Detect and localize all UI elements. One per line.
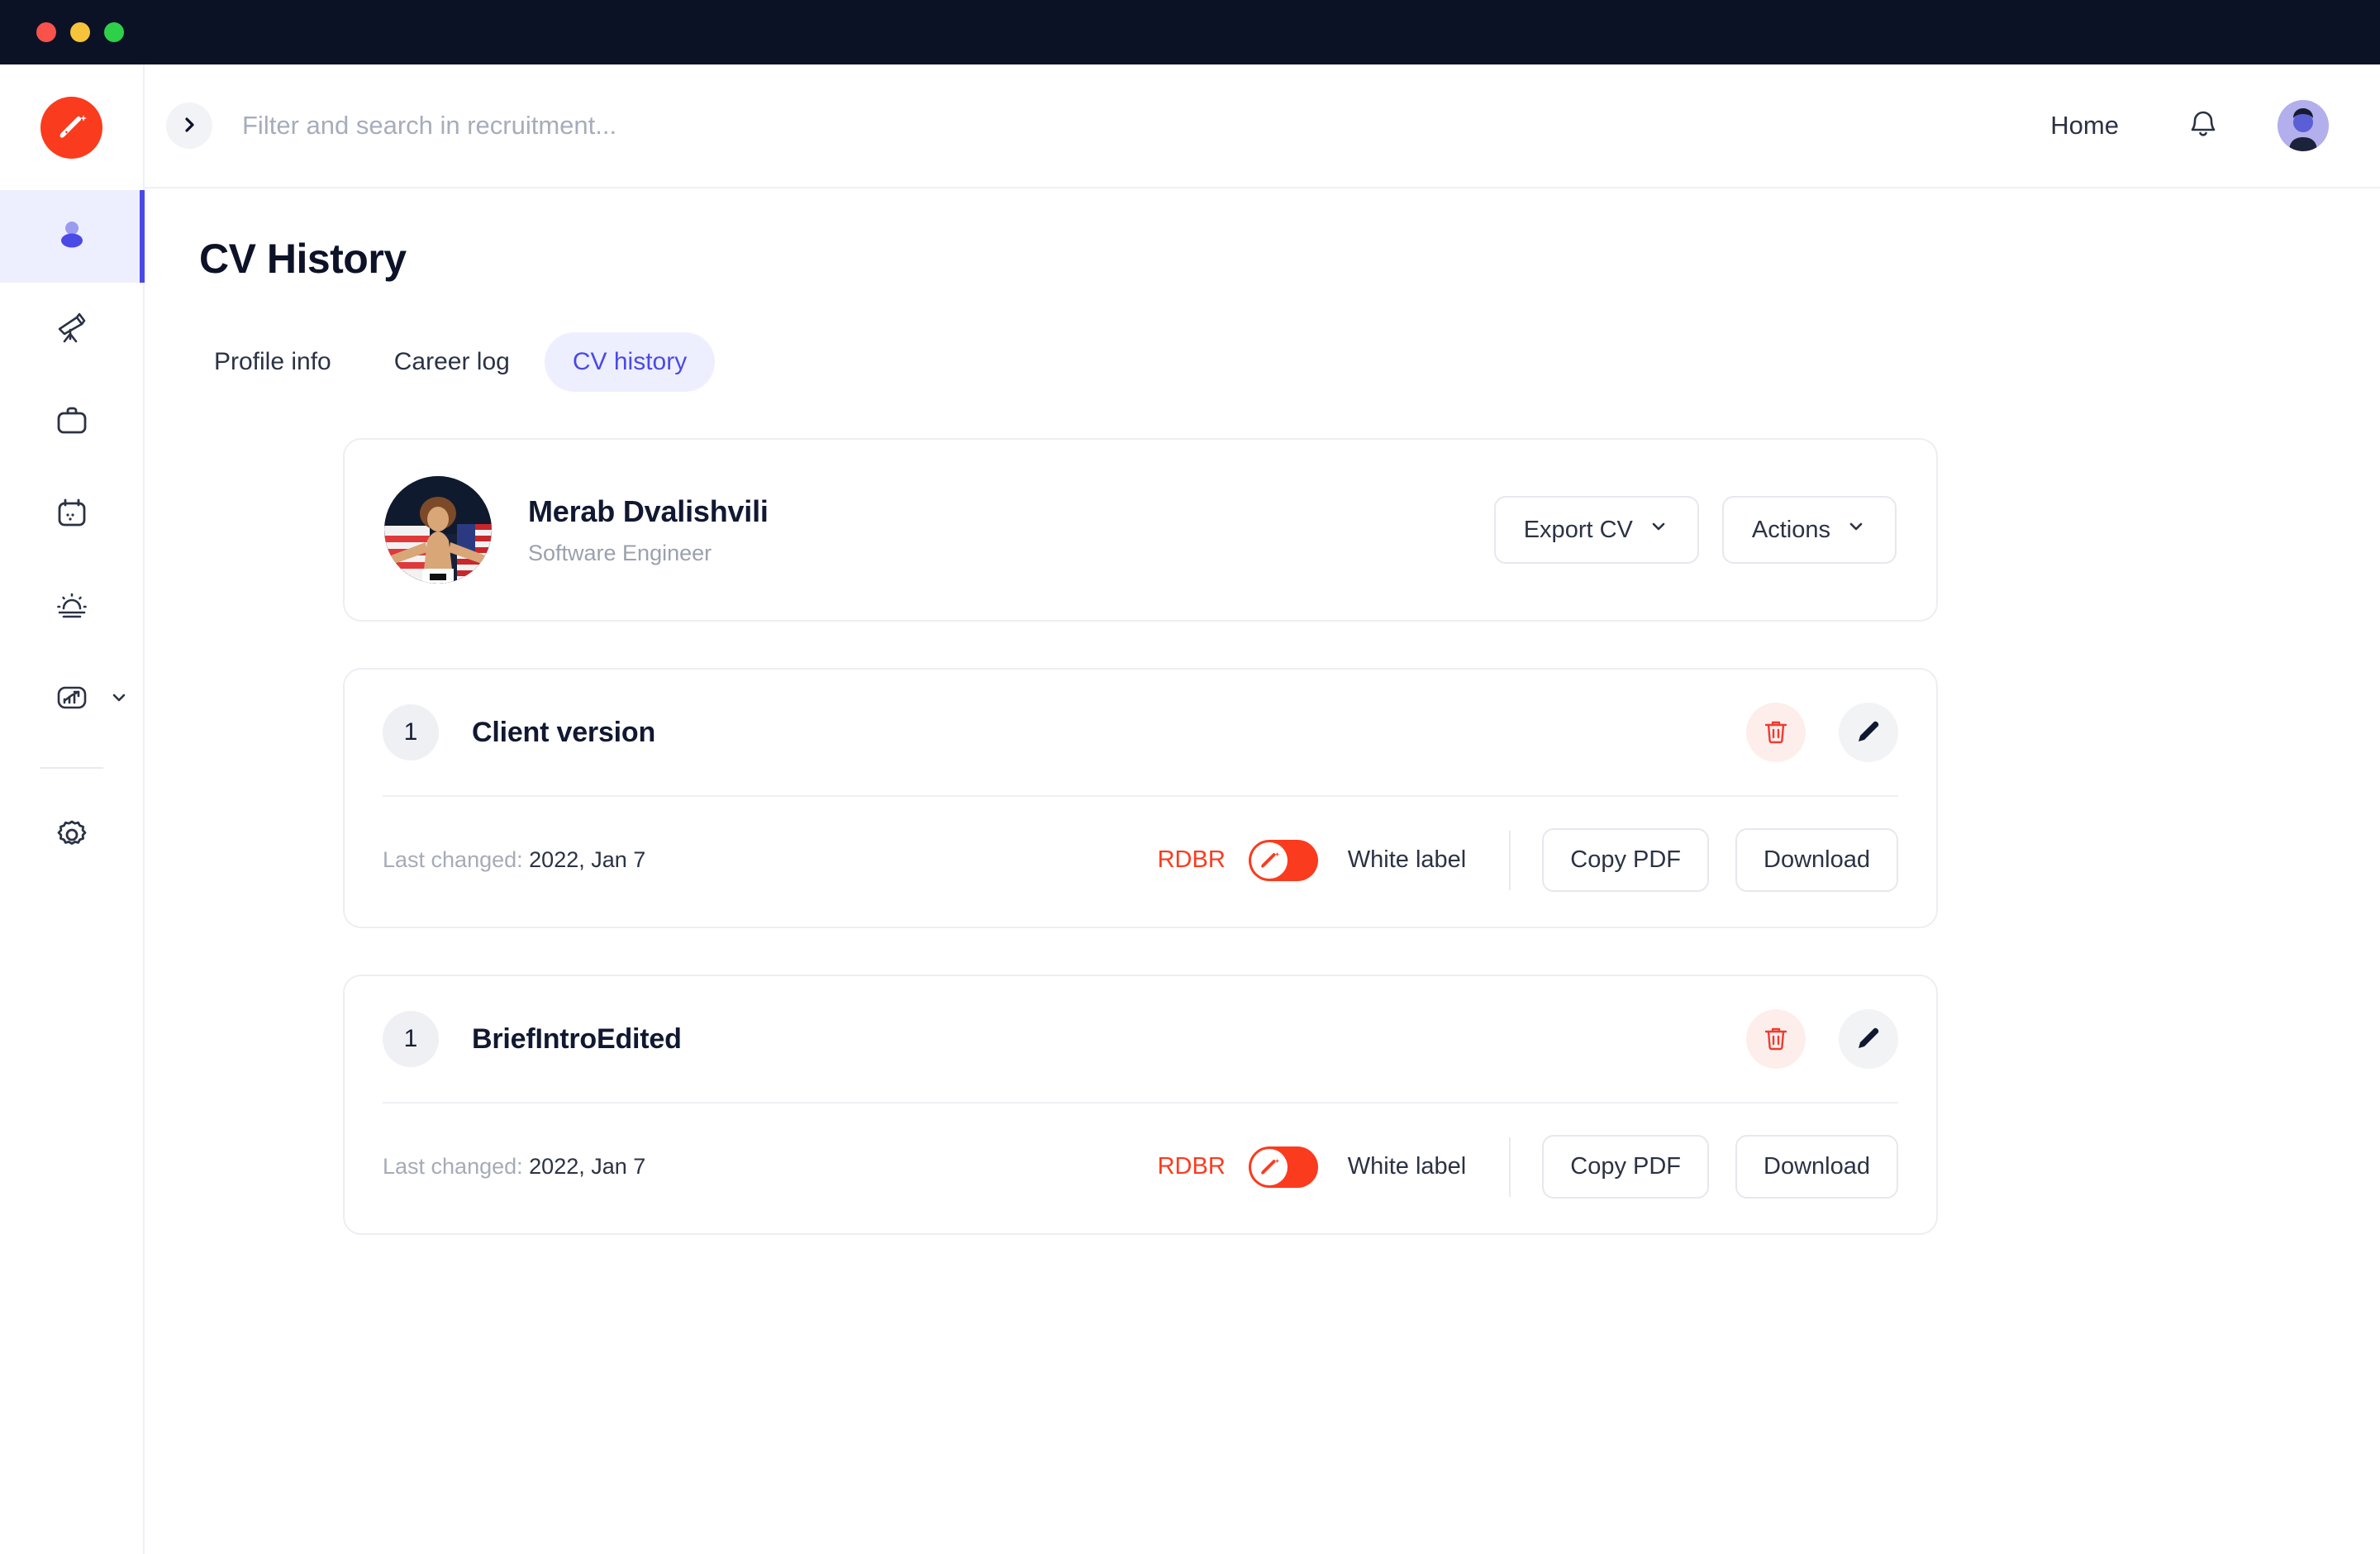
- download-button[interactable]: Download: [1735, 1135, 1898, 1199]
- sidebar-item-settings[interactable]: [0, 790, 143, 883]
- sidebar-item-people[interactable]: [0, 190, 143, 283]
- actions-button[interactable]: Actions: [1722, 496, 1897, 564]
- chevron-down-icon: [1648, 516, 1669, 544]
- edit-version-button[interactable]: [1839, 1009, 1898, 1069]
- sidebar-item-discover[interactable]: [0, 283, 143, 375]
- cv-version-title: BriefIntroEdited: [472, 1023, 1746, 1056]
- vertical-divider: [1509, 831, 1511, 890]
- edit-version-button[interactable]: [1839, 703, 1898, 762]
- page-title: CV History: [199, 235, 2380, 283]
- home-link[interactable]: Home: [2050, 111, 2119, 141]
- pencil-icon: [1854, 717, 1883, 748]
- actions-label: Actions: [1752, 517, 1830, 544]
- white-label-text: White label: [1348, 1153, 1466, 1180]
- tab-bar: Profile info Career log CV history: [186, 332, 2380, 392]
- sidebar-divider: [40, 767, 103, 769]
- cv-card-header: 1 Client version: [345, 670, 1936, 762]
- window-close-button[interactable]: [36, 22, 56, 42]
- calendar-icon: [52, 493, 92, 536]
- copy-pdf-button[interactable]: Copy PDF: [1542, 1135, 1709, 1199]
- profile-name: Merab Dvalishvili: [528, 494, 1494, 529]
- person-icon: [53, 216, 91, 258]
- content-area: CV History Profile info Career log CV hi…: [145, 188, 2380, 1554]
- last-changed-label: Last changed:: [383, 847, 523, 872]
- window-minimize-button[interactable]: [70, 22, 90, 42]
- download-button[interactable]: Download: [1735, 828, 1898, 892]
- profile-role: Software Engineer: [528, 541, 1494, 566]
- white-label-toggle[interactable]: [1249, 840, 1318, 881]
- search-container: [212, 111, 2050, 141]
- export-cv-label: Export CV: [1524, 517, 1633, 544]
- last-changed-value: 2022, Jan 7: [529, 1154, 645, 1179]
- app-shell: Home: [0, 64, 2380, 1554]
- window-zoom-button[interactable]: [104, 22, 124, 42]
- cv-footer-buttons: Copy PDF Download: [1542, 1135, 1898, 1199]
- sidebar-collapse-button[interactable]: [166, 102, 212, 149]
- white-label-toggle[interactable]: [1249, 1146, 1318, 1188]
- sidebar-items: [0, 190, 143, 746]
- toggle-knob-brand-icon: [1251, 1149, 1288, 1185]
- white-label-text: White label: [1348, 846, 1466, 874]
- pencil-icon: [1854, 1024, 1883, 1055]
- window-titlebar: [0, 0, 2380, 64]
- cv-footer-buttons: Copy PDF Download: [1542, 828, 1898, 892]
- chevron-down-icon[interactable]: [108, 687, 130, 713]
- last-changed-value: 2022, Jan 7: [529, 847, 645, 872]
- export-cv-button[interactable]: Export CV: [1494, 496, 1699, 564]
- gear-icon: [52, 815, 92, 859]
- vertical-divider: [1509, 1137, 1511, 1197]
- version-number-badge: 1: [383, 704, 439, 760]
- notifications-button[interactable]: [2185, 107, 2221, 145]
- sidebar-item-jobs[interactable]: [0, 375, 143, 468]
- sidebar-item-calendar[interactable]: [0, 468, 143, 560]
- cv-card-footer: Last changed: 2022, Jan 7 RDBR: [345, 797, 1936, 927]
- profile-meta: Merab Dvalishvili Software Engineer: [528, 494, 1494, 566]
- cv-card-footer: Last changed: 2022, Jan 7 RDBR: [345, 1104, 1936, 1233]
- last-changed: Last changed: 2022, Jan 7: [383, 1154, 1158, 1180]
- profile-avatar: [384, 476, 492, 584]
- last-changed-label: Last changed:: [383, 1154, 523, 1179]
- brand-logo[interactable]: [0, 64, 143, 190]
- toggle-knob-brand-icon: [1251, 842, 1288, 879]
- trash-icon: [1762, 717, 1790, 748]
- analytics-chart-icon: [52, 678, 92, 722]
- topbar: Home: [145, 64, 2380, 188]
- cv-version-card: 1 BriefIntroEdited: [343, 975, 1938, 1235]
- telescope-icon: [52, 307, 92, 351]
- sunrise-icon: [52, 585, 92, 629]
- last-changed: Last changed: 2022, Jan 7: [383, 847, 1158, 873]
- delete-version-button[interactable]: [1746, 703, 1806, 762]
- delete-version-button[interactable]: [1746, 1009, 1806, 1069]
- rdbr-label: RDBR: [1158, 1153, 1226, 1180]
- rdbr-label: RDBR: [1158, 846, 1226, 874]
- cv-card-header: 1 BriefIntroEdited: [345, 976, 1936, 1069]
- profile-actions: Export CV Actions: [1494, 496, 1897, 564]
- chevron-down-icon: [1845, 516, 1867, 544]
- brand-logo-wand-icon: [40, 97, 102, 159]
- cv-version-title: Client version: [472, 717, 1746, 749]
- sidebar: [0, 64, 145, 1554]
- tab-cv-history[interactable]: CV history: [545, 332, 715, 392]
- tab-career-log[interactable]: Career log: [366, 332, 538, 392]
- copy-pdf-button[interactable]: Copy PDF: [1542, 828, 1709, 892]
- profile-card: Merab Dvalishvili Software Engineer Expo…: [343, 438, 1938, 622]
- main-column: Home: [145, 64, 2380, 1554]
- version-number-badge: 1: [383, 1011, 439, 1067]
- sidebar-item-daily[interactable]: [0, 560, 143, 653]
- trash-icon: [1762, 1024, 1790, 1055]
- sidebar-item-analytics[interactable]: [0, 653, 143, 746]
- tab-profile-info[interactable]: Profile info: [186, 332, 359, 392]
- chevron-right-icon: [178, 114, 200, 138]
- bell-icon: [2185, 107, 2221, 145]
- avatar[interactable]: [2278, 100, 2329, 151]
- briefcase-icon: [52, 400, 92, 444]
- cv-version-card: 1 Client version: [343, 668, 1938, 928]
- search-input[interactable]: [242, 111, 2050, 141]
